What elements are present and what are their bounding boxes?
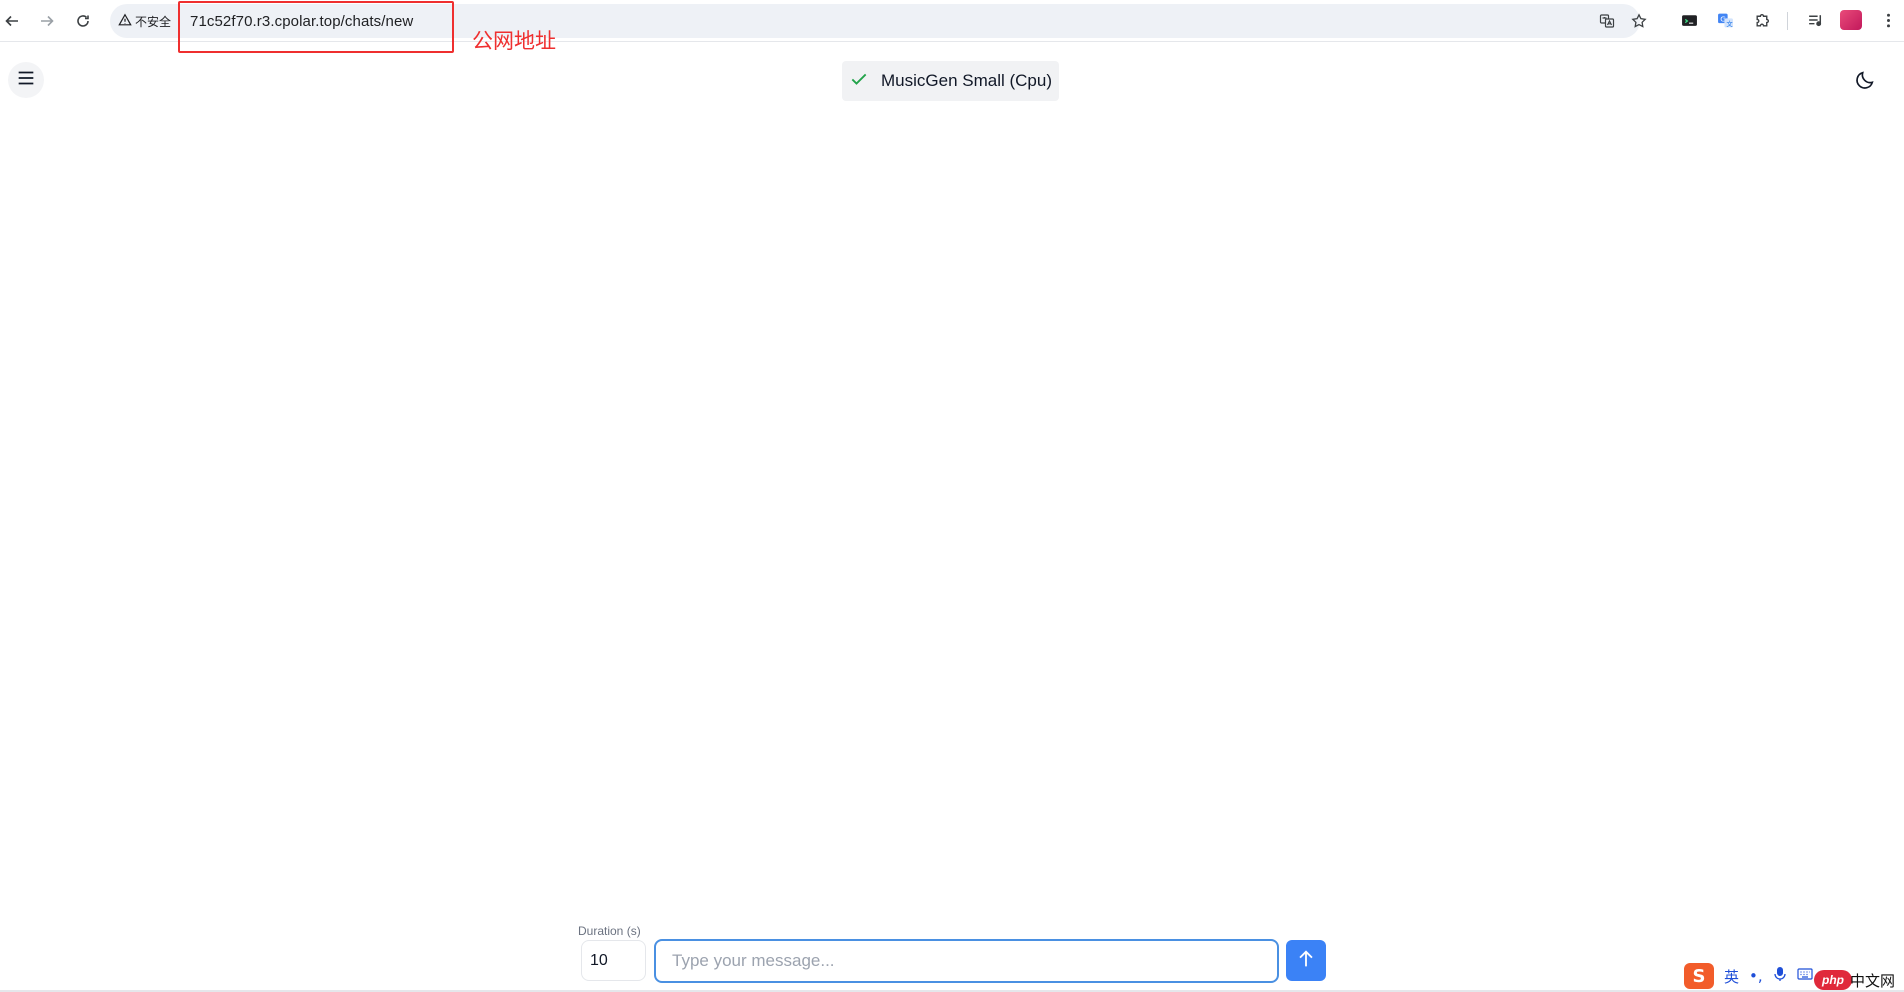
watermark-badge: php <box>1814 970 1852 990</box>
annotation-label: 公网地址 <box>472 29 556 53</box>
moon-icon <box>1854 69 1876 96</box>
message-input[interactable] <box>654 939 1279 983</box>
check-icon <box>849 69 869 94</box>
keyboard-icon[interactable] <box>1797 967 1813 985</box>
sidebar-toggle-button[interactable] <box>8 62 44 98</box>
kebab-menu-icon[interactable] <box>1878 10 1898 30</box>
warning-triangle-icon <box>118 13 132 30</box>
microphone-icon[interactable] <box>1773 966 1787 986</box>
media-control-icon[interactable] <box>1805 10 1825 30</box>
profile-avatar[interactable] <box>1840 10 1862 30</box>
model-selector-button[interactable]: MusicGen Small (Cpu) <box>842 61 1059 101</box>
duration-label: Duration (s) <box>578 924 641 938</box>
forward-arrow-icon[interactable] <box>35 9 59 33</box>
hamburger-menu-icon <box>15 67 37 94</box>
ime-punctuation[interactable]: •, <box>1749 967 1763 985</box>
theme-toggle-button[interactable] <box>1852 69 1878 95</box>
reload-icon[interactable] <box>71 9 95 33</box>
duration-input[interactable] <box>581 940 646 981</box>
ime-logo[interactable]: S <box>1684 963 1714 989</box>
send-button[interactable] <box>1286 940 1326 981</box>
toolbar-separator <box>1787 12 1788 30</box>
translate-extension-icon[interactable]: G文 <box>1715 10 1735 30</box>
watermark-text: 中文网 <box>1850 972 1896 990</box>
arrow-up-icon <box>1295 948 1317 973</box>
ime-mode[interactable]: 英 <box>1724 966 1739 987</box>
security-label: 不安全 <box>135 14 172 29</box>
back-arrow-icon[interactable] <box>0 9 24 33</box>
translate-icon[interactable] <box>1598 12 1616 30</box>
security-indicator[interactable]: 不安全 <box>118 12 171 30</box>
star-icon[interactable] <box>1630 12 1648 30</box>
svg-text:文: 文 <box>1726 18 1733 27</box>
ime-toolbar[interactable]: S 英 •, <box>1684 962 1813 990</box>
annotation-highlight-box <box>178 1 454 53</box>
terminal-icon[interactable] <box>1679 10 1699 30</box>
model-name: MusicGen Small (Cpu) <box>881 71 1052 90</box>
puzzle-icon[interactable] <box>1752 10 1772 30</box>
